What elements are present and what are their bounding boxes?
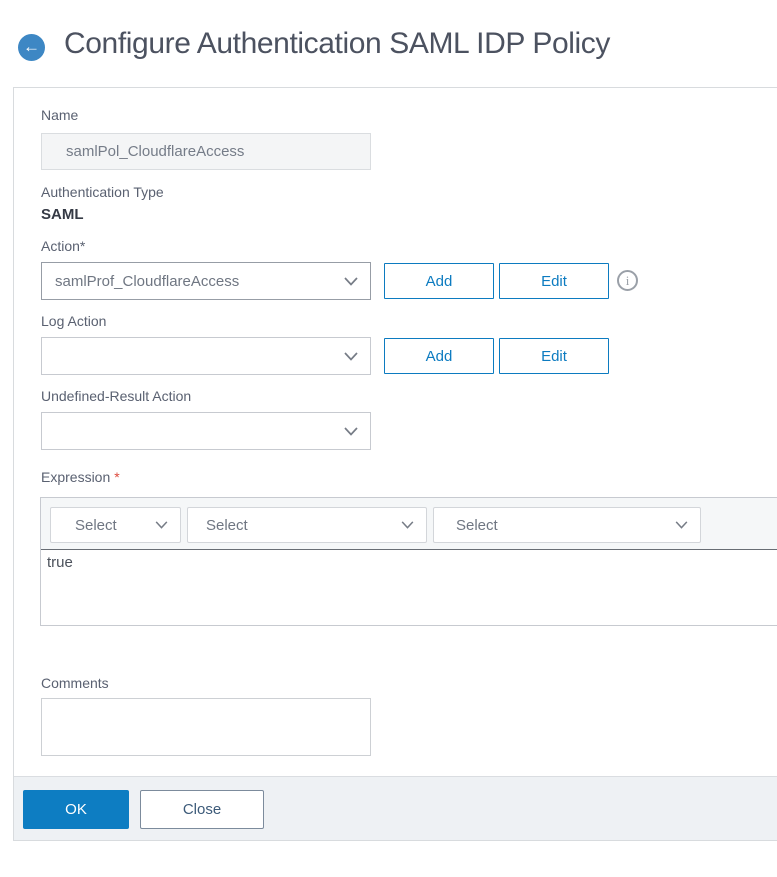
expression-toolbar: Select Select Select [41, 498, 777, 550]
expression-operand-select-2[interactable]: Select [187, 507, 427, 543]
expression-editor: Select Select Select true [40, 497, 777, 626]
name-label: Name [41, 107, 79, 123]
chevron-down-icon [344, 426, 370, 436]
page: ← Configure Authentication SAML IDP Poli… [0, 0, 777, 877]
chevron-down-icon [344, 276, 370, 286]
authentication-type-label: Authentication Type [41, 184, 164, 200]
comments-label: Comments [41, 675, 109, 691]
chevron-down-icon [155, 521, 180, 529]
expression-label: Expression * [41, 469, 120, 485]
comments-input[interactable] [41, 698, 371, 756]
log-action-label: Log Action [41, 313, 107, 329]
back-button[interactable]: ← [18, 34, 45, 61]
action-label: Action* [41, 238, 86, 254]
expression-input[interactable]: true [41, 550, 777, 625]
authentication-type-value: SAML [41, 206, 84, 223]
action-edit-button[interactable]: Edit [499, 263, 609, 299]
info-icon[interactable]: i [617, 270, 638, 291]
action-select-value: samlProf_CloudflareAccess [55, 272, 240, 290]
expression-operand-select-1[interactable]: Select [50, 507, 181, 543]
close-button[interactable]: Close [140, 790, 264, 829]
chevron-down-icon [401, 521, 426, 529]
expression-operand-select-3[interactable]: Select [433, 507, 701, 543]
undefined-result-action-label: Undefined-Result Action [41, 388, 192, 404]
undefined-result-action-select[interactable] [41, 412, 371, 450]
log-action-edit-button[interactable]: Edit [499, 338, 609, 374]
action-add-button[interactable]: Add [384, 263, 494, 299]
required-asterisk: * [114, 469, 120, 485]
chevron-down-icon [675, 521, 700, 529]
form-panel: Name Authentication Type SAML Action* sa… [13, 87, 777, 841]
ok-button[interactable]: OK [23, 790, 129, 829]
log-action-select[interactable] [41, 337, 371, 375]
arrow-left-icon: ← [23, 37, 40, 56]
log-action-add-button[interactable]: Add [384, 338, 494, 374]
action-select[interactable]: samlProf_CloudflareAccess [41, 262, 371, 300]
form-footer: OK Close [14, 776, 777, 840]
name-input [41, 133, 371, 170]
chevron-down-icon [344, 351, 370, 361]
page-title: Configure Authentication SAML IDP Policy [64, 27, 610, 60]
